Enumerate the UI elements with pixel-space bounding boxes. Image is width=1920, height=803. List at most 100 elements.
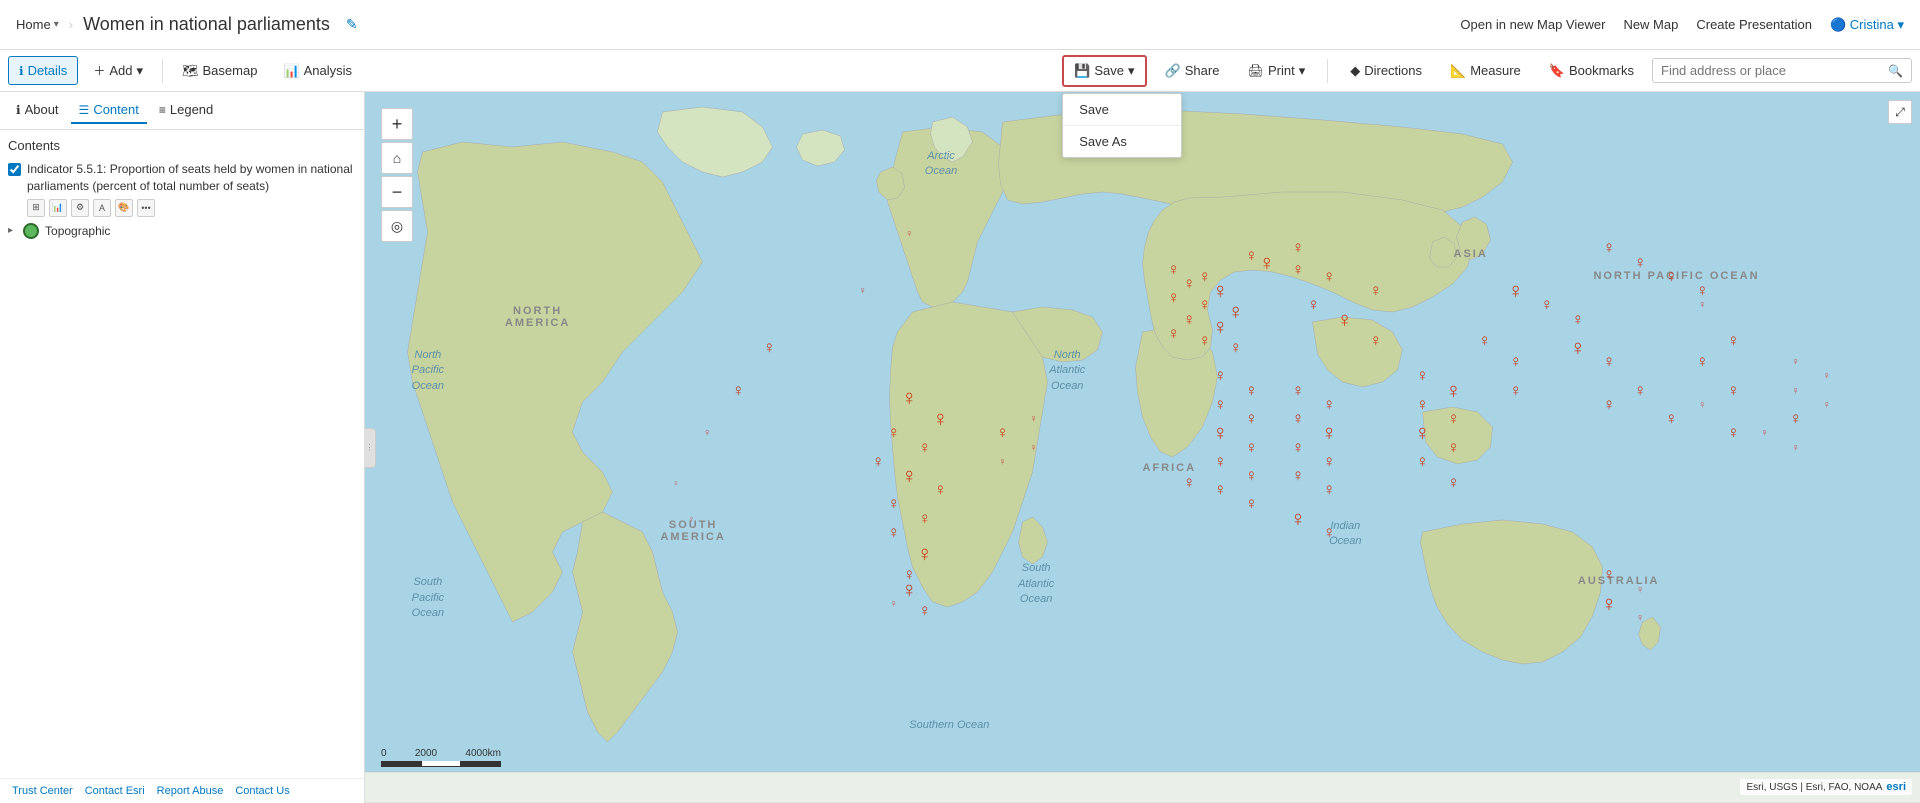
measure-label: Measure xyxy=(1470,63,1521,78)
save-dropdown-menu: Save Save As xyxy=(1062,93,1182,158)
analysis-button[interactable]: 📊 Analysis xyxy=(272,56,363,86)
basemap-name: Topographic xyxy=(45,224,110,238)
trust-center-link[interactable]: Trust Center xyxy=(12,785,73,797)
breadcrumb-sep: › xyxy=(69,17,73,32)
directions-label: Directions xyxy=(1364,63,1422,78)
layer-checkbox[interactable] xyxy=(8,163,21,176)
print-label: Print xyxy=(1268,63,1295,78)
layer-action-table-icon[interactable]: ⊞ xyxy=(27,199,45,217)
home-label: Home xyxy=(16,17,51,32)
bookmarks-button[interactable]: 🔖 Bookmarks xyxy=(1539,57,1644,85)
details-icon: ℹ xyxy=(19,64,24,78)
main-layout: ℹ About ☰ Content ≡ Legend Contents Indi… xyxy=(0,92,1920,803)
contact-us-link[interactable]: Contact Us xyxy=(235,785,289,797)
add-icon: ＋ xyxy=(93,62,105,79)
zoom-out-button[interactable]: − xyxy=(381,176,413,208)
layer-name: Indicator 5.5.1: Proportion of seats hel… xyxy=(27,161,356,195)
scale-line xyxy=(381,761,501,767)
save-button[interactable]: 💾 Save ▾ xyxy=(1062,55,1146,87)
layer-action-label-icon[interactable]: A xyxy=(93,199,111,217)
top-bar: Home ▾ › Women in national parliaments ✎… xyxy=(0,0,1920,50)
esri-logo: esri xyxy=(1886,781,1906,793)
scale-label-2000: 2000 xyxy=(415,748,437,759)
sidebar-content: Contents Indicator 5.5.1: Proportion of … xyxy=(0,130,364,778)
basemap-button[interactable]: 🗺 Basemap xyxy=(171,56,268,86)
search-input[interactable] xyxy=(1661,63,1884,78)
toolbar-separator-2 xyxy=(1327,59,1328,83)
details-label: Details xyxy=(28,63,68,78)
directions-icon: ◆ xyxy=(1350,63,1360,79)
home-chevron-icon: ▾ xyxy=(54,19,59,30)
map-title: Women in national parliaments xyxy=(83,14,330,35)
save-dropdown-container: 💾 Save ▾ Save Save As xyxy=(1062,55,1146,87)
expand-map-button[interactable]: ⤢ xyxy=(1888,100,1912,124)
bottom-links: Trust Center Contact Esri Report Abuse C… xyxy=(0,778,364,803)
analysis-label: Analysis xyxy=(304,63,352,78)
scale-seg-3 xyxy=(461,761,500,766)
print-chevron-icon: ▾ xyxy=(1299,63,1306,79)
save-icon: 💾 xyxy=(1074,63,1090,79)
locate-button[interactable]: ◎ xyxy=(381,210,413,242)
share-button[interactable]: 🔗 Share xyxy=(1155,57,1230,85)
tab-legend[interactable]: ≡ Legend xyxy=(151,97,221,124)
scale-seg-1 xyxy=(382,761,422,766)
zoom-in-button[interactable]: + xyxy=(381,108,413,140)
layer-actions: ⊞ 📊 ⚙ A 🎨 ••• xyxy=(27,199,356,217)
zoom-controls: + ⌂ − ◎ xyxy=(381,108,413,242)
search-box: 🔍 xyxy=(1652,58,1912,83)
basemap-dot xyxy=(23,223,39,239)
layer-action-more-icon[interactable]: ••• xyxy=(137,199,155,217)
report-abuse-link[interactable]: Report Abuse xyxy=(157,785,224,797)
search-icon[interactable]: 🔍 xyxy=(1888,64,1903,78)
measure-icon: 📐 xyxy=(1450,63,1466,79)
bookmarks-icon: 🔖 xyxy=(1549,63,1565,79)
content-tab-icon: ☰ xyxy=(79,103,90,117)
attribution-text: Esri, USGS | Esri, FAO, NOAA xyxy=(1746,782,1882,793)
about-tab-label: About xyxy=(25,102,59,117)
analysis-icon: 📊 xyxy=(283,63,299,79)
toolbar-right: 💾 Save ▾ Save Save As 🔗 Share 🖨 Print ▾ … xyxy=(1062,55,1912,87)
share-label: Share xyxy=(1185,63,1220,78)
layer-action-filter-icon[interactable]: ⚙ xyxy=(71,199,89,217)
bookmarks-label: Bookmarks xyxy=(1569,63,1634,78)
contact-esri-link[interactable]: Contact Esri xyxy=(85,785,145,797)
layer-item: Indicator 5.5.1: Proportion of seats hel… xyxy=(8,161,356,217)
scale-seg-2 xyxy=(422,761,462,766)
details-tab[interactable]: ℹ Details xyxy=(8,56,78,85)
layer-action-style-icon[interactable]: 🎨 xyxy=(115,199,133,217)
zoom-home-button[interactable]: ⌂ xyxy=(381,142,413,174)
tab-content[interactable]: ☰ Content xyxy=(71,97,147,124)
sidebar-resize-handle[interactable]: ⋮ xyxy=(364,428,376,468)
measure-button[interactable]: 📐 Measure xyxy=(1440,57,1531,85)
save-menu-item[interactable]: Save xyxy=(1063,94,1181,125)
print-icon: 🖨 xyxy=(1247,63,1264,79)
directions-button[interactable]: ◆ Directions xyxy=(1340,57,1432,85)
scale-bar: 0 2000 4000km xyxy=(381,748,501,767)
tab-about[interactable]: ℹ About xyxy=(8,97,67,124)
add-label: Add xyxy=(109,63,132,78)
share-icon: 🔗 xyxy=(1165,63,1181,79)
edit-icon[interactable]: ✎ xyxy=(346,16,358,33)
legend-tab-label: Legend xyxy=(170,102,213,117)
basemap-label: Basemap xyxy=(203,63,258,78)
save-chevron-icon: ▾ xyxy=(1128,63,1135,79)
layer-info: Indicator 5.5.1: Proportion of seats hel… xyxy=(27,161,356,217)
toolbar: ℹ Details ＋ Add ▾ 🗺 Basemap 📊 Analysis 💾… xyxy=(0,50,1920,92)
home-button[interactable]: Home ▾ xyxy=(16,17,59,32)
layer-action-chart-icon[interactable]: 📊 xyxy=(49,199,67,217)
add-button[interactable]: ＋ Add ▾ xyxy=(82,55,154,86)
basemap-item: ▸ Topographic xyxy=(8,223,356,239)
expand-icon[interactable]: ▸ xyxy=(8,225,13,236)
basemap-icon: 🗺 xyxy=(182,63,199,79)
content-tab-label: Content xyxy=(93,102,139,117)
sidebar: ℹ About ☰ Content ≡ Legend Contents Indi… xyxy=(0,92,365,803)
save-as-menu-item[interactable]: Save As xyxy=(1063,126,1181,157)
new-map-button[interactable]: New Map xyxy=(1623,17,1678,32)
save-label: Save xyxy=(1094,63,1124,78)
map-area[interactable]: Arctic Ocean North Pacific Ocean North A… xyxy=(365,92,1920,803)
open-new-viewer-button[interactable]: Open in new Map Viewer xyxy=(1460,17,1605,32)
user-menu-button[interactable]: 🔵 Cristina ▾ xyxy=(1830,17,1904,33)
print-button[interactable]: 🖨 Print ▾ xyxy=(1237,57,1315,85)
create-presentation-button[interactable]: Create Presentation xyxy=(1696,17,1812,32)
sidebar-tabs: ℹ About ☰ Content ≡ Legend xyxy=(0,92,364,130)
